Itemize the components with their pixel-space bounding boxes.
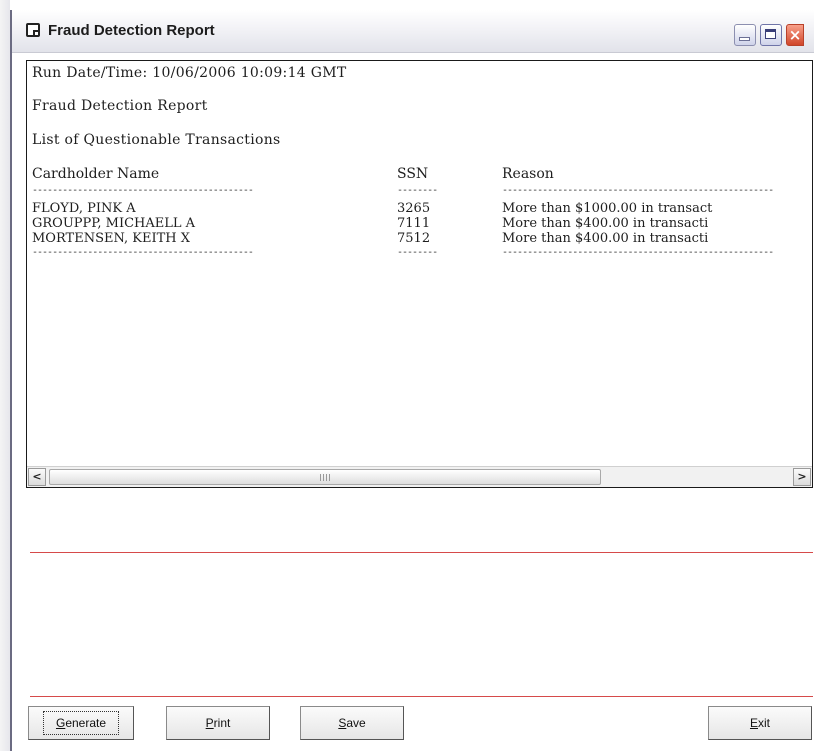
close-icon[interactable]: × (786, 24, 804, 46)
separator-ssn-bottom: -------- (397, 247, 438, 258)
row-name: GROUPPP, MICHAELL A (32, 216, 196, 231)
separator-reason: ----------------------------------------… (502, 185, 774, 196)
window-title: Fraud Detection Report (48, 22, 215, 39)
separator-ssn: -------- (397, 185, 438, 196)
row-reason: More than $400.00 in transacti (502, 231, 709, 246)
report-content: Run Date/Time: 10/06/2006 10:09:14 GMT F… (32, 65, 802, 465)
run-datetime-line: Run Date/Time: 10/06/2006 10:09:14 GMT (32, 65, 347, 81)
exit-label: Exit (749, 716, 770, 730)
generate-button[interactable]: Generate (28, 706, 134, 740)
maximize-icon[interactable] (760, 24, 782, 46)
column-header-reason: Reason (502, 166, 554, 182)
row-ssn: 3265 (397, 201, 431, 216)
column-header-ssn: SSN (397, 166, 429, 182)
scroll-right-icon[interactable]: > (793, 468, 811, 486)
separator-reason-bottom: ----------------------------------------… (502, 247, 774, 258)
report-subheading: List of Questionable Transactions (32, 132, 281, 148)
save-button[interactable]: Save (300, 706, 404, 740)
row-ssn: 7512 (397, 231, 431, 246)
report-text-area[interactable]: Run Date/Time: 10/06/2006 10:09:14 GMT F… (26, 60, 813, 488)
horizontal-scrollbar[interactable]: < > (27, 466, 812, 487)
scroll-left-icon[interactable]: < (28, 468, 46, 486)
desktop-edge (0, 0, 10, 751)
separator-name: ----------------------------------------… (32, 185, 254, 196)
scrollbar-thumb[interactable] (49, 469, 601, 485)
row-name: MORTENSEN, KEITH X (32, 231, 190, 246)
row-reason: More than $1000.00 in transact (502, 201, 713, 216)
row-ssn: 7111 (397, 216, 431, 231)
print-label: Print (205, 716, 231, 730)
minimize-icon[interactable] (734, 24, 756, 46)
divider-line (30, 696, 813, 697)
app-window-icon (26, 23, 40, 37)
print-button[interactable]: Print (166, 706, 270, 740)
column-header-name: Cardholder Name (32, 166, 160, 182)
exit-button[interactable]: Exit (708, 706, 812, 740)
row-reason: More than $400.00 in transacti (502, 216, 709, 231)
title-bar[interactable]: Fraud Detection Report × (12, 10, 814, 53)
generate-label: Generate (42, 711, 120, 735)
report-heading: Fraud Detection Report (32, 98, 208, 114)
divider-line (30, 552, 813, 553)
fraud-report-window: Fraud Detection Report × Run Date/Time: … (10, 10, 814, 751)
row-name: FLOYD, PINK A (32, 201, 136, 216)
separator-name-bottom: ----------------------------------------… (32, 247, 254, 258)
save-label: Save (338, 716, 366, 730)
grip-icon (320, 474, 330, 481)
